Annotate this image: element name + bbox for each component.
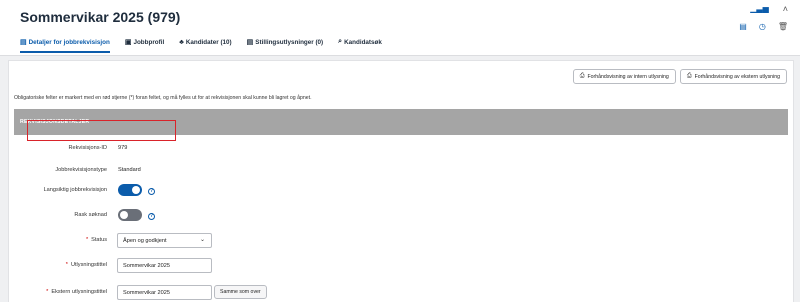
preview-internal-button[interactable]: ⎙ Forhåndsvisning av intern utlysning — [572, 69, 676, 84]
tab-candidate-search[interactable]: ⌕ Kandidatsøk — [338, 35, 382, 49]
chevron-up-icon[interactable]: ˄ — [783, 4, 788, 14]
req-id-label: Rekvisisjons-ID — [68, 145, 107, 151]
help-icon[interactable]: ? — [148, 188, 155, 195]
tab-label: Jobbprofil — [133, 38, 165, 46]
req-type-value: Standard — [118, 167, 141, 173]
same-as-above-button[interactable]: Samme som over — [214, 285, 267, 299]
help-icon[interactable]: ? — [148, 213, 155, 220]
bar-chart-icon[interactable]: ▁▃▅ — [750, 4, 768, 14]
status-label-text: Status — [91, 237, 107, 243]
required-marker: * — [85, 237, 89, 243]
required-fields-info: Obligatoriske felter er markert med en r… — [14, 95, 312, 101]
tab-requisition-details[interactable]: ▤ Detaljer for jobbrekvisisjon — [20, 35, 110, 53]
status-label: * Status — [86, 237, 107, 243]
req-id-value: 979 — [118, 145, 128, 151]
status-select[interactable]: Åpen og godkjent ⌄ — [117, 233, 212, 248]
trash-icon[interactable]: 🗑 — [778, 22, 788, 31]
posting-title-value: Sommervikar 2025 — [123, 262, 170, 269]
required-marker: * — [46, 289, 49, 295]
req-type-label: Jobbrekvisisjonstype — [55, 167, 107, 173]
external-title-label: * Ekstern utlysningstittel — [46, 289, 107, 295]
posting-title-label: * Utlysningstittel — [66, 262, 107, 268]
external-title-label-text: Ekstern utlysningstittel — [51, 289, 107, 295]
header-top-icons: ▁▃▅ ˄ — [750, 4, 788, 14]
status-value: Åpen og godkjent — [123, 237, 167, 244]
page-title: Sommervikar 2025 (979) — [20, 9, 180, 25]
tab-bar: ▤ Detaljer for jobbrekvisisjon ▣ Jobbpro… — [20, 35, 397, 53]
clock-icon[interactable]: ◷ — [759, 22, 766, 31]
tab-label: Kandidatsøk — [344, 38, 382, 46]
button-label: Forhåndsvisning av intern utlysning — [587, 73, 669, 80]
clipboard-icon[interactable]: ▤ — [739, 22, 747, 31]
preview-buttons: ⎙ Forhåndsvisning av intern utlysning ⎙ … — [572, 69, 787, 84]
postings-icon: ▤ — [246, 39, 254, 46]
printer-icon: ⎙ — [579, 73, 585, 79]
long-term-toggle[interactable] — [118, 184, 142, 196]
requisition-number: (979) — [147, 9, 181, 25]
requisition-title: Sommervikar 2025 — [20, 9, 144, 25]
tab-label: Kandidater (10) — [185, 38, 232, 46]
search-icon: ⌕ — [338, 38, 343, 45]
printer-icon: ⎙ — [686, 73, 692, 79]
tab-job-postings[interactable]: ▤ Stillingsutlysninger (0) — [247, 35, 324, 49]
toggle-knob — [120, 211, 128, 219]
required-marker: * — [65, 262, 68, 268]
quick-apply-label: Rask søknad — [74, 212, 107, 218]
header-actions: ▤ ◷ 🗑 — [739, 22, 788, 31]
tab-label: Stillingsutlysninger (0) — [255, 38, 324, 46]
details-panel: ⎙ Forhåndsvisning av intern utlysning ⎙ … — [8, 60, 794, 302]
posting-title-label-text: Utlysningstittel — [70, 262, 107, 268]
long-term-label: Langsiktig jobbrekvisisjon — [43, 187, 107, 193]
chevron-down-icon: ⌄ — [199, 237, 205, 243]
toggle-knob — [132, 186, 140, 194]
tab-candidates[interactable]: ♣ Kandidater (10) — [179, 35, 231, 49]
highlight-box — [27, 120, 176, 141]
people-icon: ♣ — [179, 38, 184, 46]
profile-icon: ▣ — [124, 39, 132, 46]
external-title-input[interactable]: Sommervikar 2025 — [117, 285, 212, 300]
tab-label: Detaljer for jobbrekvisisjon — [28, 38, 110, 46]
quick-apply-toggle[interactable] — [118, 209, 142, 221]
document-icon: ▤ — [20, 39, 27, 46]
page-header: Sommervikar 2025 (979) ▁▃▅ ˄ ▤ ◷ 🗑 ▤ Det… — [0, 0, 800, 56]
external-title-value: Sommervikar 2025 — [123, 289, 170, 296]
posting-title-input[interactable]: Sommervikar 2025 — [117, 258, 212, 273]
button-label: Forhåndsvisning av ekstern utlysning — [694, 73, 780, 80]
preview-external-button[interactable]: ⎙ Forhåndsvisning av ekstern utlysning — [679, 69, 787, 84]
tab-job-profile[interactable]: ▣ Jobbprofil — [125, 35, 164, 49]
